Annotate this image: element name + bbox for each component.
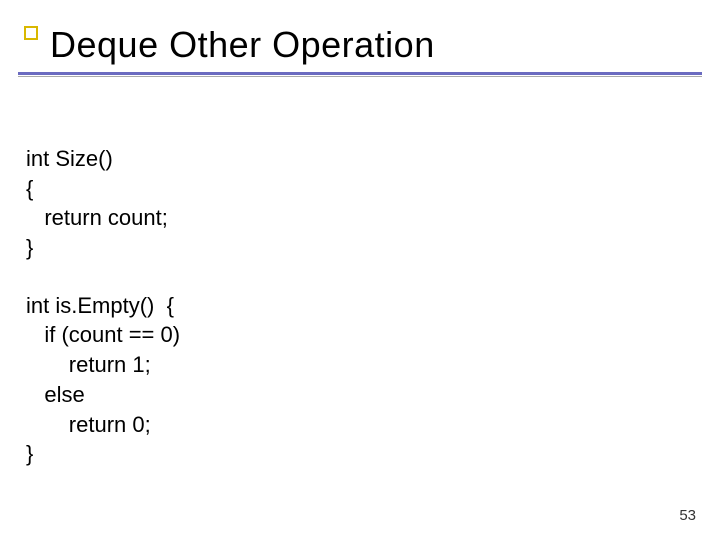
accent-square — [24, 26, 38, 40]
code-block-size: int Size() { return count; } — [26, 144, 696, 263]
code-block-isempty: int is.Empty() { if (count == 0) return … — [26, 291, 696, 469]
content-area: int Size() { return count; } int is.Empt… — [26, 144, 696, 469]
slide-title: Deque Other Operation — [50, 24, 696, 66]
title-underline-bottom — [18, 76, 702, 77]
title-underline-top — [18, 72, 702, 75]
slide-container: Deque Other Operation int Size() { retur… — [0, 0, 720, 540]
page-number: 53 — [679, 507, 696, 524]
